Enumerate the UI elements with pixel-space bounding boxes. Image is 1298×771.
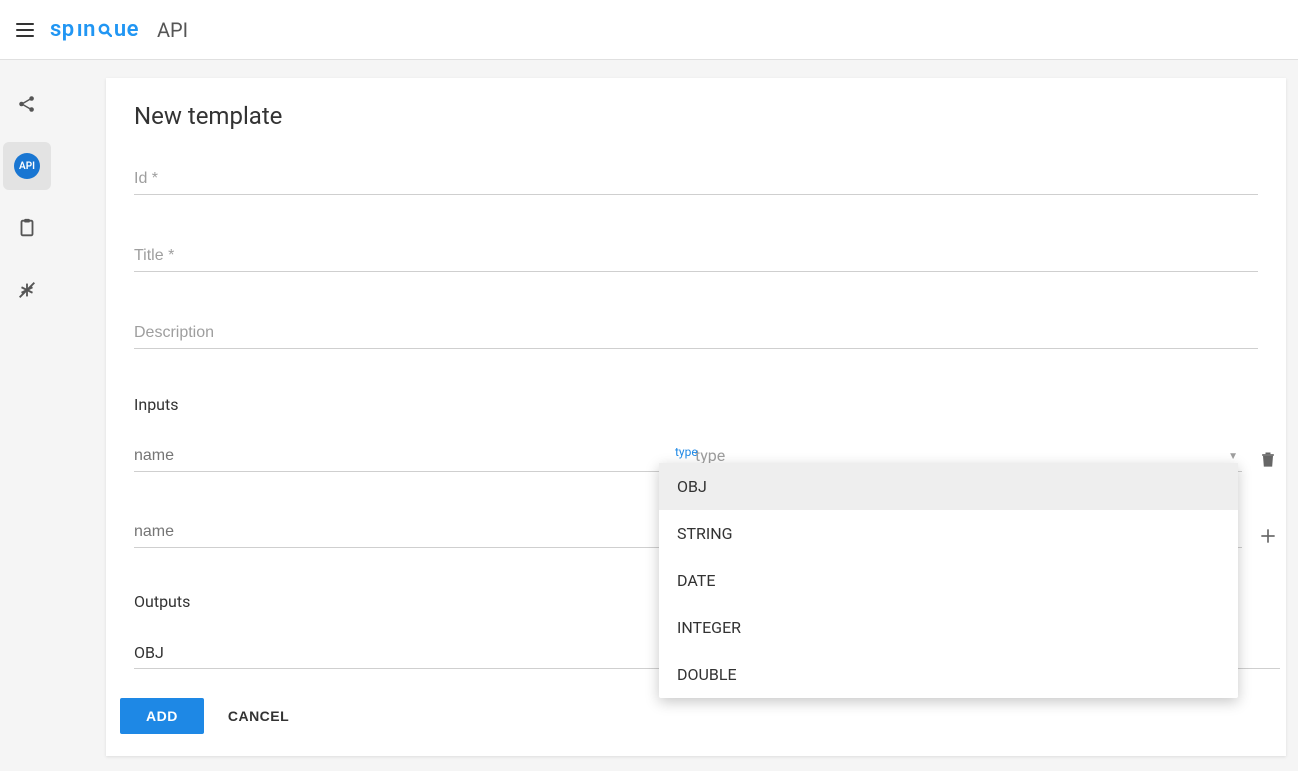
title-field[interactable] xyxy=(134,241,1258,272)
api-badge-icon: API xyxy=(14,153,40,179)
sidebar-item-clipboard[interactable] xyxy=(3,204,51,252)
input-name-field-new[interactable] xyxy=(134,517,681,548)
context-label: API xyxy=(157,18,188,42)
share-icon xyxy=(16,93,38,115)
sidebar: API xyxy=(0,60,54,771)
trash-icon xyxy=(1258,450,1278,470)
page-title: New template xyxy=(134,102,1258,130)
clipboard-icon xyxy=(16,217,38,239)
logo-q-icon xyxy=(98,23,112,37)
add-button[interactable]: ADD xyxy=(120,698,204,734)
brand-logo[interactable]: spınue xyxy=(50,17,139,42)
dropdown-floating-label: type xyxy=(675,445,698,459)
add-input-button[interactable] xyxy=(1256,524,1280,548)
cancel-button[interactable]: CANCEL xyxy=(228,708,289,724)
sidebar-item-api[interactable]: API xyxy=(3,142,51,190)
type-dropdown: type OBJ STRING DATE INTEGER DOUBLE xyxy=(659,463,1238,698)
delete-input-button[interactable] xyxy=(1256,448,1280,472)
dropdown-option-obj[interactable]: OBJ xyxy=(659,463,1238,510)
dropdown-option-string[interactable]: STRING xyxy=(659,510,1238,557)
input-name-field[interactable] xyxy=(134,441,681,472)
form-actions: ADD CANCEL xyxy=(120,698,289,734)
app-header: spınue API xyxy=(0,0,1298,60)
dropdown-option-double[interactable]: DOUBLE xyxy=(659,651,1238,698)
plus-icon xyxy=(1258,526,1278,546)
sidebar-item-share[interactable] xyxy=(3,80,51,128)
inputs-section-label: Inputs xyxy=(134,395,1258,414)
description-field[interactable] xyxy=(134,318,1258,349)
sidebar-item-filter[interactable] xyxy=(3,266,51,314)
dropdown-option-date[interactable]: DATE xyxy=(659,557,1238,604)
hamburger-menu-icon[interactable] xyxy=(16,17,34,43)
asterisk-slash-icon xyxy=(16,279,38,301)
id-field[interactable] xyxy=(134,164,1258,195)
dropdown-option-integer[interactable]: INTEGER xyxy=(659,604,1238,651)
